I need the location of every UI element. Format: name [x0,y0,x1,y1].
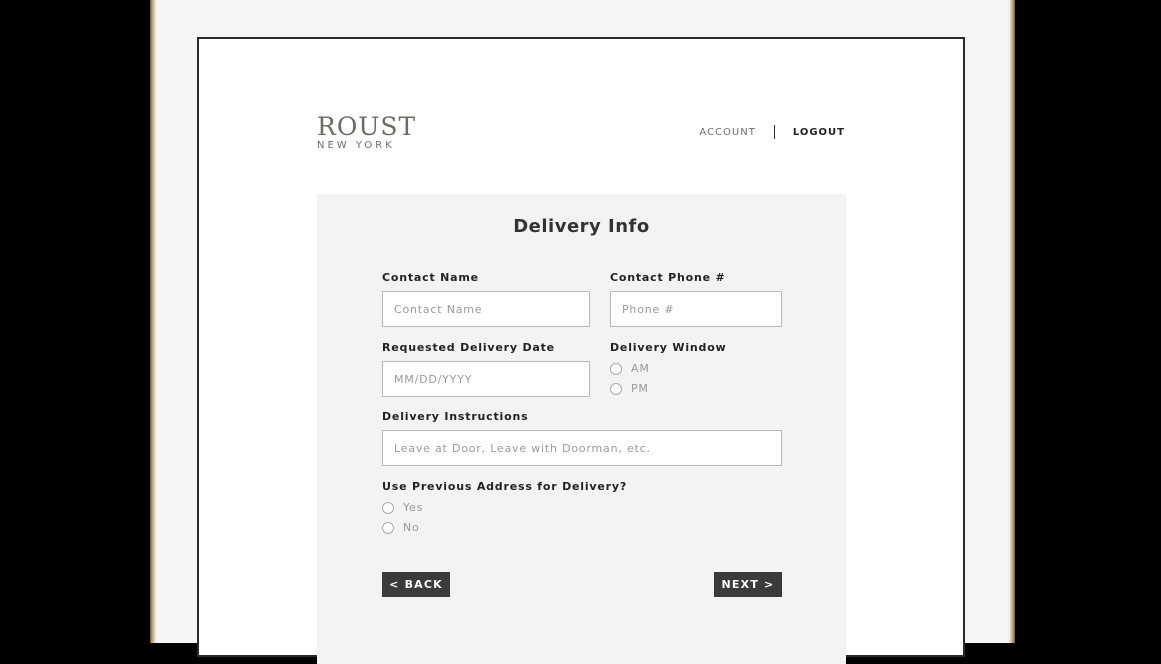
radio-yes[interactable] [382,501,394,514]
delivery-window-pm-option[interactable]: PM [610,382,649,395]
contact-phone-input[interactable] [610,291,782,327]
radio-am[interactable] [610,362,622,375]
radio-no-label: No [403,521,420,534]
radio-pm-label: PM [631,382,649,395]
top-nav: ACCOUNT LOGOUT [699,125,845,139]
contact-phone-label: Contact Phone # [610,271,726,284]
previous-address-yes-option[interactable]: Yes [382,501,423,514]
nav-divider [773,125,775,139]
delivery-date-label: Requested Delivery Date [382,341,555,354]
radio-am-label: AM [631,362,650,375]
account-link[interactable]: ACCOUNT [699,127,755,138]
page-content: ROUST NEW YORK ACCOUNT LOGOUT Delivery I… [197,37,965,664]
radio-yes-label: Yes [403,501,424,514]
brand-logo[interactable]: ROUST NEW YORK [317,114,416,151]
contact-name-input[interactable] [382,291,590,327]
delivery-instructions-input[interactable] [382,430,782,466]
previous-address-label: Use Previous Address for Delivery? [382,480,628,493]
device-frame: ROUST NEW YORK ACCOUNT LOGOUT Delivery I… [150,0,1015,664]
delivery-instructions-label: Delivery Instructions [382,410,529,423]
delivery-date-input[interactable] [382,361,590,397]
contact-name-label: Contact Name [382,271,479,284]
brand-subtitle: NEW YORK [317,140,395,151]
radio-no[interactable] [382,521,394,534]
logout-link[interactable]: LOGOUT [793,127,845,138]
brand-name: ROUST [317,112,417,141]
next-button[interactable]: NEXT > [714,572,782,597]
delivery-window-label: Delivery Window [610,341,727,354]
radio-pm[interactable] [610,382,622,395]
previous-address-no-option[interactable]: No [382,521,420,534]
form-title: Delivery Info [513,216,650,237]
back-button[interactable]: < BACK [382,572,450,597]
delivery-form: Delivery Info Contact Name Contact Phone… [317,194,846,664]
delivery-window-am-option[interactable]: AM [610,362,650,375]
